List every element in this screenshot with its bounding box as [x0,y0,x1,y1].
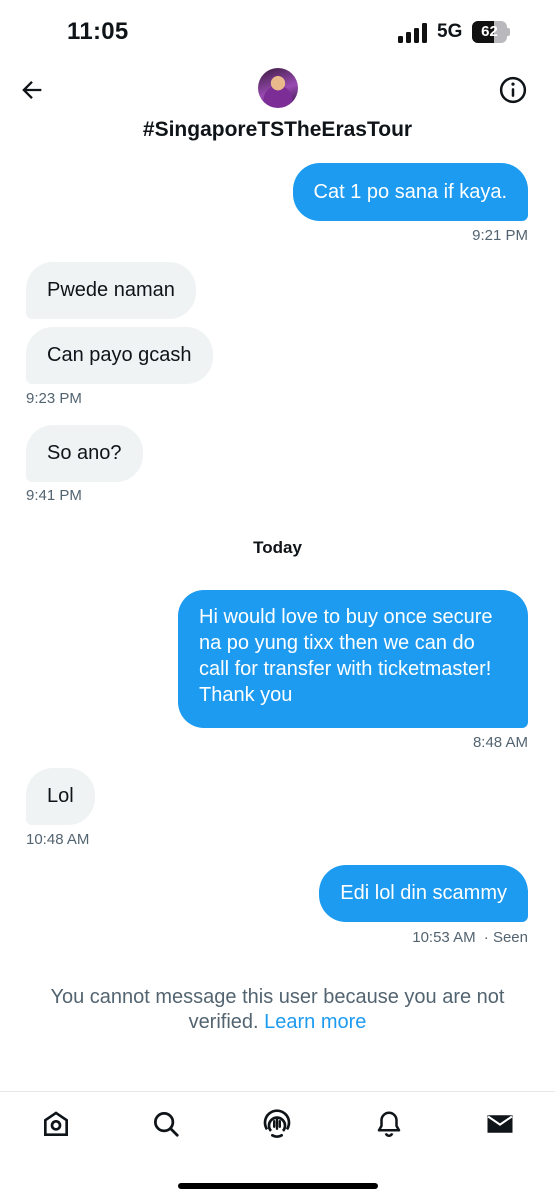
message-timestamp: 10:53 AM [412,929,476,946]
notifications-bell-icon [377,1111,401,1137]
day-separator: Today [253,538,302,557]
nav-search[interactable] [148,1106,184,1142]
arrow-left-icon [22,81,42,99]
battery-icon: 62 [472,21,510,43]
message-timestamp: 9:23 PM [26,390,82,407]
message-bubble-incoming[interactable]: Lol [26,768,95,825]
cellular-signal-icon [398,23,427,43]
nav-spaces[interactable] [259,1106,295,1142]
spaces-icon [263,1109,291,1138]
status-bar: 11:05 5G 62 [0,0,555,60]
home-indicator [178,1183,378,1189]
back-button[interactable] [14,72,50,108]
message-timestamp: 10:48 AM [26,831,90,848]
conversation-avatar[interactable] [258,68,298,108]
message-bubble-incoming[interactable]: Pwede naman [26,262,196,319]
message-bubble-outgoing[interactable]: Hi would love to buy once secure na po y… [178,590,528,728]
messages-envelope-icon [487,1115,513,1133]
conversation-title[interactable]: #SingaporeTSTheErasTour [0,118,555,142]
nav-notifications[interactable] [371,1106,407,1142]
battery-percent: 62 [481,23,498,40]
search-icon [154,1112,179,1137]
message-bubble-incoming[interactable]: Can payo gcash [26,327,213,384]
cannot-message-notice: You cannot message this user because you… [30,985,525,1035]
info-circle-icon [499,76,527,104]
message-bubble-incoming[interactable]: So ano? [26,425,143,482]
message-bubble-outgoing[interactable]: Edi lol din scammy [319,865,528,922]
learn-more-link[interactable]: Learn more [264,1011,366,1033]
bottom-nav [0,1091,555,1161]
message-bubble-outgoing[interactable]: Cat 1 po sana if kaya. [292,163,528,221]
nav-messages[interactable] [482,1106,518,1142]
seen-status: · Seen [483,929,528,946]
message-timestamp: 9:21 PM [472,227,528,244]
message-timestamp: 9:41 PM [26,487,82,504]
status-time: 11:05 [67,18,129,45]
home-icon [44,1111,68,1136]
message-timestamp: 8:48 AM [472,734,528,751]
nav-home[interactable] [38,1106,74,1142]
info-button[interactable] [496,73,530,107]
network-label: 5G [437,21,463,42]
message-timestamp-with-status: 10:53 AM · Seen [412,929,528,946]
